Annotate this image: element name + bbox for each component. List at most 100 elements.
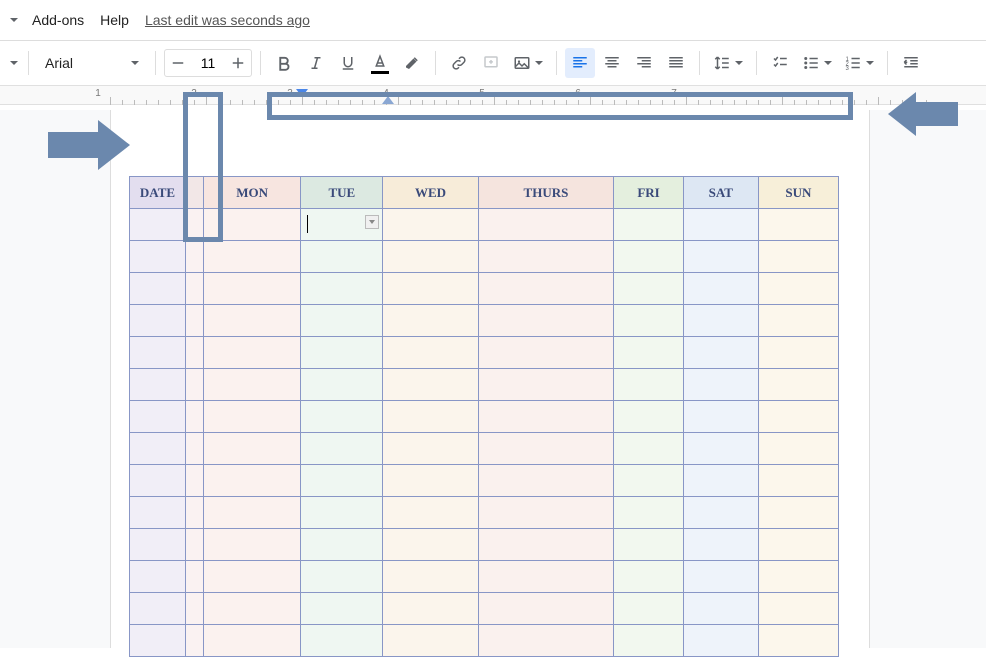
table-cell[interactable] — [478, 497, 614, 529]
table-cell[interactable] — [130, 593, 186, 625]
table-cell[interactable] — [478, 209, 614, 241]
table-header[interactable]: SAT — [683, 177, 758, 209]
table-cell[interactable] — [301, 625, 383, 657]
table-cell[interactable] — [758, 337, 838, 369]
table-cell[interactable] — [614, 241, 683, 273]
table-cell[interactable] — [186, 305, 204, 337]
table-cell[interactable] — [130, 209, 186, 241]
table-cell[interactable] — [614, 401, 683, 433]
highlight-button[interactable] — [397, 48, 427, 78]
table-cell[interactable] — [301, 433, 383, 465]
table-cell[interactable] — [130, 241, 186, 273]
table-cell[interactable] — [758, 273, 838, 305]
table-cell[interactable] — [758, 561, 838, 593]
table-cell[interactable] — [614, 625, 683, 657]
table-cell[interactable] — [186, 529, 204, 561]
table-cell[interactable] — [383, 273, 478, 305]
table-cell[interactable] — [301, 241, 383, 273]
table-cell[interactable] — [758, 369, 838, 401]
table-cell[interactable] — [758, 209, 838, 241]
table-cell[interactable] — [758, 433, 838, 465]
table-cell[interactable] — [383, 593, 478, 625]
table-cell[interactable] — [130, 369, 186, 401]
table-cell[interactable] — [204, 561, 301, 593]
line-spacing-button[interactable] — [708, 48, 748, 78]
checklist-button[interactable] — [765, 48, 795, 78]
table-cell[interactable] — [383, 305, 478, 337]
table-cell[interactable] — [301, 465, 383, 497]
table-cell[interactable] — [478, 369, 614, 401]
table-cell[interactable] — [204, 337, 301, 369]
table-cell[interactable] — [186, 273, 204, 305]
table-cell[interactable] — [383, 497, 478, 529]
table-cell[interactable] — [301, 593, 383, 625]
table-cell[interactable] — [758, 401, 838, 433]
font-size-increase[interactable] — [225, 50, 251, 76]
styles-dropdown[interactable] — [6, 61, 20, 65]
insert-image-button[interactable] — [508, 48, 548, 78]
table-cell[interactable] — [204, 625, 301, 657]
table-cell[interactable] — [204, 433, 301, 465]
table-cell[interactable] — [301, 273, 383, 305]
table-cell[interactable] — [383, 433, 478, 465]
table-header[interactable]: FRI — [614, 177, 683, 209]
table-cell[interactable] — [383, 561, 478, 593]
table-cell[interactable] — [683, 593, 758, 625]
ruler[interactable]: 1234567 — [0, 85, 986, 105]
table-cell[interactable] — [383, 241, 478, 273]
table-cell[interactable] — [204, 593, 301, 625]
cell-dropdown-button[interactable] — [365, 215, 379, 229]
table-cell[interactable] — [130, 433, 186, 465]
table-header[interactable] — [186, 177, 204, 209]
table-cell[interactable] — [301, 497, 383, 529]
font-size-decrease[interactable] — [165, 50, 191, 76]
table-cell[interactable] — [614, 593, 683, 625]
table-cell[interactable] — [683, 273, 758, 305]
table-cell[interactable] — [614, 529, 683, 561]
font-family-select[interactable]: Arial — [37, 48, 147, 78]
table-cell[interactable] — [204, 529, 301, 561]
bold-button[interactable] — [269, 48, 299, 78]
numbered-list-button[interactable]: 123 — [839, 48, 879, 78]
table-header[interactable]: TUE — [301, 177, 383, 209]
table-header[interactable]: SUN — [758, 177, 838, 209]
menu-caret[interactable] — [8, 18, 16, 22]
table-cell[interactable] — [683, 561, 758, 593]
table-cell[interactable] — [758, 529, 838, 561]
bulleted-list-button[interactable] — [797, 48, 837, 78]
table-cell[interactable] — [186, 401, 204, 433]
table-cell[interactable] — [301, 305, 383, 337]
table-cell[interactable] — [383, 369, 478, 401]
table-cell[interactable] — [204, 209, 301, 241]
table-cell[interactable] — [204, 369, 301, 401]
table-cell[interactable] — [614, 497, 683, 529]
table-cell[interactable] — [130, 561, 186, 593]
table-cell[interactable] — [683, 337, 758, 369]
calendar-table[interactable]: DATEMONTUEWEDTHURSFRISATSUN — [129, 176, 839, 657]
table-cell[interactable] — [130, 497, 186, 529]
font-size-input[interactable] — [191, 50, 225, 76]
table-cell[interactable] — [758, 497, 838, 529]
table-cell[interactable] — [186, 465, 204, 497]
table-cell[interactable] — [614, 209, 683, 241]
italic-button[interactable] — [301, 48, 331, 78]
table-cell[interactable] — [130, 305, 186, 337]
table-cell[interactable] — [614, 337, 683, 369]
table-cell[interactable] — [186, 369, 204, 401]
table-cell[interactable] — [683, 209, 758, 241]
table-cell[interactable] — [683, 401, 758, 433]
table-cell[interactable] — [478, 305, 614, 337]
table-cell[interactable] — [383, 401, 478, 433]
last-edit-link[interactable]: Last edit was seconds ago — [145, 12, 310, 28]
table-cell[interactable] — [130, 401, 186, 433]
table-cell[interactable] — [130, 625, 186, 657]
table-cell[interactable] — [383, 209, 478, 241]
underline-button[interactable] — [333, 48, 363, 78]
table-cell[interactable] — [130, 337, 186, 369]
table-cell[interactable] — [478, 625, 614, 657]
table-cell[interactable] — [478, 561, 614, 593]
table-cell[interactable] — [758, 593, 838, 625]
table-cell[interactable] — [478, 273, 614, 305]
table-cell[interactable] — [301, 369, 383, 401]
align-justify-button[interactable] — [661, 48, 691, 78]
